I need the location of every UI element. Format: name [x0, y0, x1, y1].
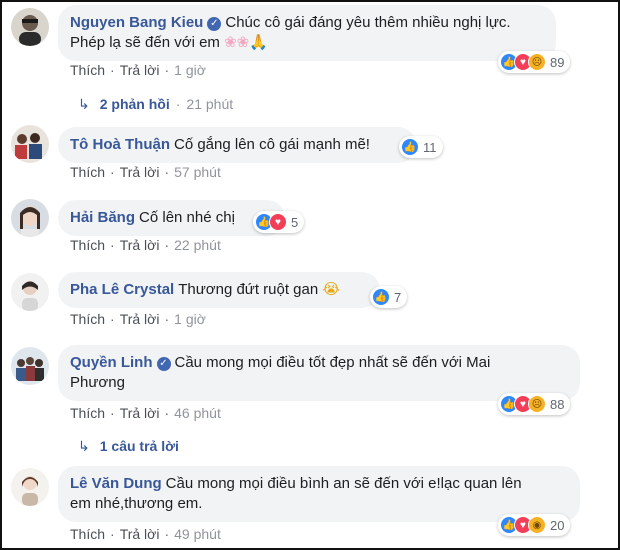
commenter-name[interactable]: Pha Lê Crystal	[70, 281, 174, 298]
reaction-summary[interactable]: 👍 11	[399, 136, 443, 158]
comment-time[interactable]: 1 giờ	[174, 62, 206, 78]
comment-actions: Thích · Trả lời · 1 giờ	[70, 311, 206, 327]
like-reaction-icon: 👍	[401, 138, 419, 156]
comment-bubble: Pha Lê Crystal Thương đứt ruột gan 😭	[58, 272, 380, 308]
like-link[interactable]: Thích	[70, 311, 105, 327]
replies-time: 21 phút	[186, 96, 234, 112]
commenter-name[interactable]: Lê Văn Dung	[70, 475, 162, 492]
commenter-name[interactable]: Quyền Linh	[70, 354, 153, 371]
like-link[interactable]: Thích	[70, 164, 105, 180]
comment-text: Chúc cô gái đáng yêu thêm nhiều nghị lực…	[225, 14, 511, 31]
comment-text: Cố gắng lên cô gái mạnh mẽ!	[174, 136, 370, 153]
replies-count[interactable]: 2 phản hồi	[100, 96, 170, 112]
comment-text: Cầu mong mọi điều bình an sẽ đến với e!l…	[165, 475, 522, 492]
reply-link[interactable]: Trả lời	[120, 405, 160, 421]
comment-text: Thương đứt ruột gan	[178, 281, 319, 298]
comment-bubble: Hải Băng Cố lên nhé chị	[58, 200, 285, 236]
cherry-blossom-icon: ❀	[224, 34, 237, 51]
comment-time[interactable]: 1 giờ	[174, 311, 206, 327]
comments-panel: Nguyen Bang Kieu ✓ Chúc cô gái đáng yêu th…	[0, 0, 620, 550]
avatar[interactable]	[11, 273, 49, 311]
crying-face-icon: 😭	[322, 281, 340, 298]
reaction-summary[interactable]: 👍 ♥ ☹ 89	[498, 51, 571, 73]
reply-link[interactable]: Trả lời	[120, 311, 160, 327]
comment-time[interactable]: 57 phút	[174, 164, 221, 180]
avatar[interactable]	[11, 125, 49, 163]
sad-reaction-icon: ☹	[528, 395, 546, 413]
reply-arrow-icon: ↳	[78, 438, 90, 454]
reaction-summary[interactable]: 👍 ♥ ◉ 20	[498, 514, 571, 536]
avatar[interactable]	[11, 347, 49, 385]
like-reaction-icon: 👍	[372, 288, 390, 306]
comment-time[interactable]: 46 phút	[174, 405, 221, 421]
comment-actions: Thích · Trả lời · 57 phút	[70, 164, 221, 180]
sad-reaction-icon: ☹	[528, 53, 546, 71]
like-link[interactable]: Thích	[70, 526, 105, 542]
comment-text: Phương	[70, 374, 125, 391]
comment-actions: Thích · Trả lời · 1 giờ	[70, 62, 206, 78]
comment-text: Phép lạ sẽ đến với em	[70, 34, 220, 51]
avatar[interactable]	[11, 8, 49, 46]
verified-badge-icon: ✓	[156, 357, 171, 371]
reply-link[interactable]: Trả lời	[120, 164, 160, 180]
comment-actions: Thích · Trả lời · 22 phút	[70, 237, 221, 253]
avatar[interactable]	[11, 199, 49, 237]
like-link[interactable]: Thích	[70, 62, 105, 78]
commenter-name[interactable]: Hải Băng	[70, 209, 135, 226]
replies-count[interactable]: 1 câu trả lời	[100, 438, 179, 454]
reaction-count: 20	[550, 517, 565, 533]
reaction-count: 88	[550, 396, 565, 412]
comment-text: Cố lên nhé chị	[139, 209, 235, 226]
comment-text: Cầu mong mọi điều tốt đẹp nhất sẽ đến vớ…	[174, 354, 491, 371]
comment-bubble: Nguyen Bang Kieu ✓ Chúc cô gái đáng yêu th…	[58, 5, 556, 61]
like-link[interactable]: Thích	[70, 237, 105, 253]
comment-text: em nhé,thương em.	[70, 495, 203, 512]
reply-link[interactable]: Trả lời	[120, 237, 160, 253]
verified-badge-icon: ✓	[207, 17, 222, 31]
view-replies-link[interactable]: ↳ 2 phản hồi · 21 phút	[78, 96, 233, 113]
commenter-name[interactable]: Tô Hoà Thuận	[70, 136, 170, 153]
reaction-count: 7	[394, 289, 402, 305]
comment-bubble: Quyền Linh ✓ Cầu mong mọi điều tốt đẹp nhấ…	[58, 345, 580, 401]
love-reaction-icon: ♥	[269, 213, 287, 231]
reply-arrow-icon: ↳	[78, 96, 90, 112]
comment-actions: Thích · Trả lời · 49 phút	[70, 526, 221, 542]
reaction-summary[interactable]: 👍 ♥ ☹ 88	[498, 393, 571, 415]
comment-bubble: Lê Văn Dung Cầu mong mọi điều bình an sẽ …	[58, 466, 580, 522]
reaction-summary[interactable]: 👍 7	[370, 286, 408, 308]
reaction-count: 11	[423, 139, 437, 155]
like-link[interactable]: Thích	[70, 405, 105, 421]
reply-link[interactable]: Trả lời	[120, 62, 160, 78]
view-replies-link[interactable]: ↳ 1 câu trả lời	[78, 438, 179, 455]
commenter-name[interactable]: Nguyen Bang Kieu	[70, 14, 203, 31]
comment-time[interactable]: 22 phút	[174, 237, 221, 253]
reply-link[interactable]: Trả lời	[120, 526, 160, 542]
cherry-blossom-icon: ❀	[236, 34, 250, 51]
folded-hands-icon: 🙏	[249, 34, 268, 51]
comment-time[interactable]: 49 phút	[174, 526, 221, 542]
wow-reaction-icon: ◉	[528, 516, 546, 534]
avatar[interactable]	[11, 468, 49, 506]
reaction-count: 89	[550, 54, 565, 70]
reaction-summary[interactable]: 👍 ♥ 5	[253, 211, 305, 233]
comment-actions: Thích · Trả lời · 46 phút	[70, 405, 221, 421]
comment-bubble: Tô Hoà Thuận Cố gắng lên cô gái mạnh mẽ!	[58, 127, 416, 163]
reaction-count: 5	[291, 214, 299, 230]
